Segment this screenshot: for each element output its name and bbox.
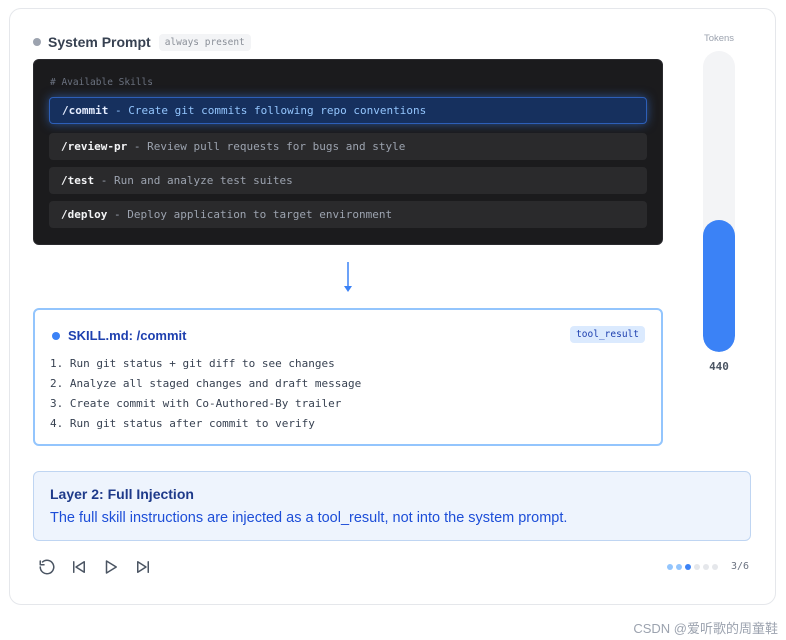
token-count: 440: [709, 360, 729, 373]
watermark: CSDN @爱听歌的周童鞋: [633, 621, 778, 636]
skill-row-deploy[interactable]: /deploy - Deploy application to target e…: [49, 201, 647, 228]
skill-step: 1. Run git status + git diff to see chan…: [50, 357, 335, 370]
status-dot: [52, 331, 60, 340]
layer-explanation: Layer 2: Full Injection The full skill i…: [33, 471, 751, 541]
step-dot[interactable]: [712, 564, 718, 570]
previous-button[interactable]: [69, 557, 89, 577]
page-counter: 3/6: [731, 561, 750, 572]
skill-step: 2. Analyze all staged changes and draft …: [50, 377, 362, 390]
token-meter-fill: [703, 219, 735, 352]
system-prompt-title: System Prompt: [48, 34, 151, 50]
skip-forward-icon: [137, 561, 149, 573]
layer-title: Layer 2: Full Injection: [50, 486, 194, 502]
arrow-down-icon: [344, 262, 352, 292]
token-meter: [703, 51, 735, 352]
step-dot[interactable]: [694, 564, 700, 570]
layer-description: The full skill instructions are injected…: [50, 510, 568, 526]
skill-command: /commit: [62, 104, 109, 117]
reset-icon: [39, 559, 55, 575]
skip-back-icon: [73, 561, 85, 573]
playback-controls: [37, 557, 165, 577]
skill-file-header: SKILL.md: /commit: [52, 328, 186, 343]
skill-file-title: SKILL.md: /commit: [68, 328, 187, 343]
always-present-badge: always present: [158, 33, 251, 51]
step-dot[interactable]: [685, 564, 691, 570]
skill-description: - Deploy application to target environme…: [107, 208, 393, 221]
skill-description: - Run and analyze test suites: [94, 174, 293, 187]
skill-file-box: SKILL.md: /commit tool_result 1. Run git…: [33, 308, 663, 446]
skill-description: - Review pull requests for bugs and styl…: [127, 140, 406, 153]
play-icon: [105, 560, 117, 574]
skills-comment: # Available Skills: [50, 77, 153, 88]
skill-step: 4. Run git status after commit to verify: [50, 417, 315, 430]
step-dot[interactable]: [676, 564, 682, 570]
status-dot: [33, 38, 41, 46]
system-prompt-header: System Prompt always present: [33, 32, 251, 52]
step-dot[interactable]: [667, 564, 673, 570]
skill-description: - Create git commits following repo conv…: [108, 104, 427, 117]
tokens-label: Tokens: [703, 33, 735, 44]
skill-row-test[interactable]: /test - Run and analyze test suites: [49, 167, 647, 194]
play-button[interactable]: [101, 557, 121, 577]
step-dot[interactable]: [703, 564, 709, 570]
reset-button[interactable]: [37, 557, 57, 577]
skill-step: 3. Create commit with Co-Authored-By tra…: [50, 397, 342, 410]
next-button[interactable]: [133, 557, 153, 577]
skill-steps: 1. Run git status + git diff to see chan…: [50, 354, 361, 434]
skill-row-commit[interactable]: /commit - Create git commits following r…: [49, 97, 647, 124]
skill-command: /review-pr: [61, 140, 128, 153]
skills-panel: # Available Skills /commit - Create git …: [33, 59, 663, 245]
step-indicator: [667, 564, 721, 570]
skill-command: /deploy: [61, 208, 108, 221]
tool-result-badge: tool_result: [570, 326, 645, 343]
skill-row-review-pr[interactable]: /review-pr - Review pull requests for bu…: [49, 133, 647, 160]
skill-command: /test: [61, 174, 95, 187]
